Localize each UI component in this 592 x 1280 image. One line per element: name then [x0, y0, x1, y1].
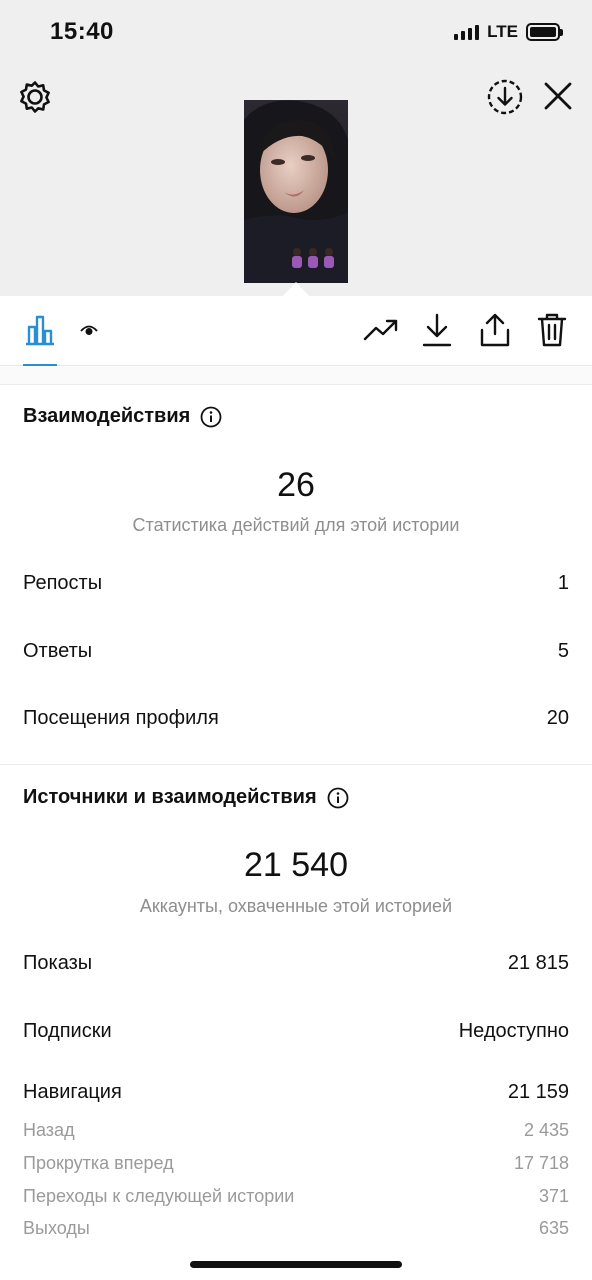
stat-label: Ответы [23, 640, 93, 662]
download-circle-icon [487, 79, 523, 115]
trending-up-icon [363, 319, 398, 341]
discovery-total: 21 540 [244, 846, 348, 884]
divider [0, 764, 592, 765]
dancing-emoji-stickers [292, 248, 334, 268]
nav-label: Назад [23, 1120, 75, 1140]
eye-icon [80, 325, 98, 335]
stat-row-follows: Подписки Недоступно [23, 1020, 569, 1043]
nav-row-forward: Прокрутка вперед 17 718 [23, 1153, 569, 1174]
interactions-total: 26 [277, 466, 315, 504]
stat-value: 21 159 [507, 1081, 569, 1103]
tab-viewers[interactable] [78, 310, 100, 350]
info-icon[interactable] [327, 787, 349, 809]
interactions-title: Взаимодействия [23, 405, 191, 427]
stat-value: 1 [557, 572, 569, 594]
gear-icon [20, 81, 50, 113]
story-header [0, 66, 592, 296]
stat-row-impressions: Показы 21 815 [23, 952, 569, 975]
nav-row-back: Назад 2 435 [23, 1120, 569, 1141]
stat-label: Показы [23, 952, 93, 974]
nav-value: 2 435 [523, 1120, 569, 1140]
nav-row-exits: Выходы 635 [23, 1218, 569, 1239]
nav-label: Прокрутка вперед [23, 1153, 174, 1173]
signal-icon [454, 24, 480, 40]
story-preview-thumbnail[interactable] [244, 100, 348, 283]
close-icon [544, 82, 572, 110]
status-bar: 15:40 LTE [0, 0, 592, 66]
home-indicator[interactable] [190, 1261, 402, 1268]
network-label: LTE [487, 22, 518, 41]
interactions-section-title: Взаимодействия [23, 405, 222, 428]
promote-button[interactable] [362, 310, 400, 350]
nav-row-next-story: Переходы к следующей истории 371 [23, 1186, 569, 1207]
save-story-button[interactable] [486, 78, 524, 116]
status-indicators: LTE [454, 22, 563, 42]
status-time: 15:40 [50, 18, 114, 45]
stat-label: Навигация [23, 1081, 122, 1103]
tab-insights[interactable] [20, 310, 60, 350]
nav-label: Выходы [23, 1218, 90, 1238]
bar-chart-icon [26, 315, 54, 346]
nav-label: Переходы к следующей истории [23, 1186, 295, 1206]
discovery-section-title: Источники и взаимодействия [23, 786, 349, 809]
download-icon [422, 313, 452, 347]
nav-value: 17 718 [513, 1153, 569, 1173]
download-button[interactable] [418, 310, 456, 350]
stat-row-profile-visits: Посещения профиля 20 [23, 707, 569, 730]
interactions-caption: Статистика действий для этой истории [132, 515, 460, 535]
share-icon [480, 313, 510, 347]
nav-value: 635 [538, 1218, 569, 1238]
battery-icon [526, 23, 563, 41]
stat-row-replies: Ответы 5 [23, 640, 569, 663]
info-icon[interactable] [200, 406, 222, 428]
stat-label: Подписки [23, 1020, 112, 1042]
stat-value: 20 [546, 707, 569, 729]
delete-button[interactable] [533, 310, 571, 350]
nav-value: 371 [538, 1186, 569, 1206]
stat-value: 21 815 [507, 952, 569, 974]
discovery-title: Источники и взаимодействия [23, 786, 317, 808]
preview-pointer [283, 282, 309, 296]
stat-label: Репосты [23, 572, 103, 594]
discovery-caption: Аккаунты, охваченные этой историей [139, 896, 453, 916]
section-divider [0, 367, 592, 385]
close-button[interactable] [540, 78, 576, 114]
trash-icon [537, 313, 567, 347]
settings-button[interactable] [16, 78, 54, 116]
stat-value: 5 [557, 640, 569, 662]
stat-row-shares: Репосты 1 [23, 572, 569, 595]
active-tab-indicator [23, 364, 57, 366]
story-preview-image [244, 100, 348, 283]
stat-label: Посещения профиля [23, 707, 219, 729]
stat-value: Недоступно [458, 1020, 569, 1042]
stat-row-navigation: Навигация 21 159 [23, 1081, 569, 1104]
share-button[interactable] [476, 310, 514, 350]
story-insights-toolbar [0, 296, 592, 366]
